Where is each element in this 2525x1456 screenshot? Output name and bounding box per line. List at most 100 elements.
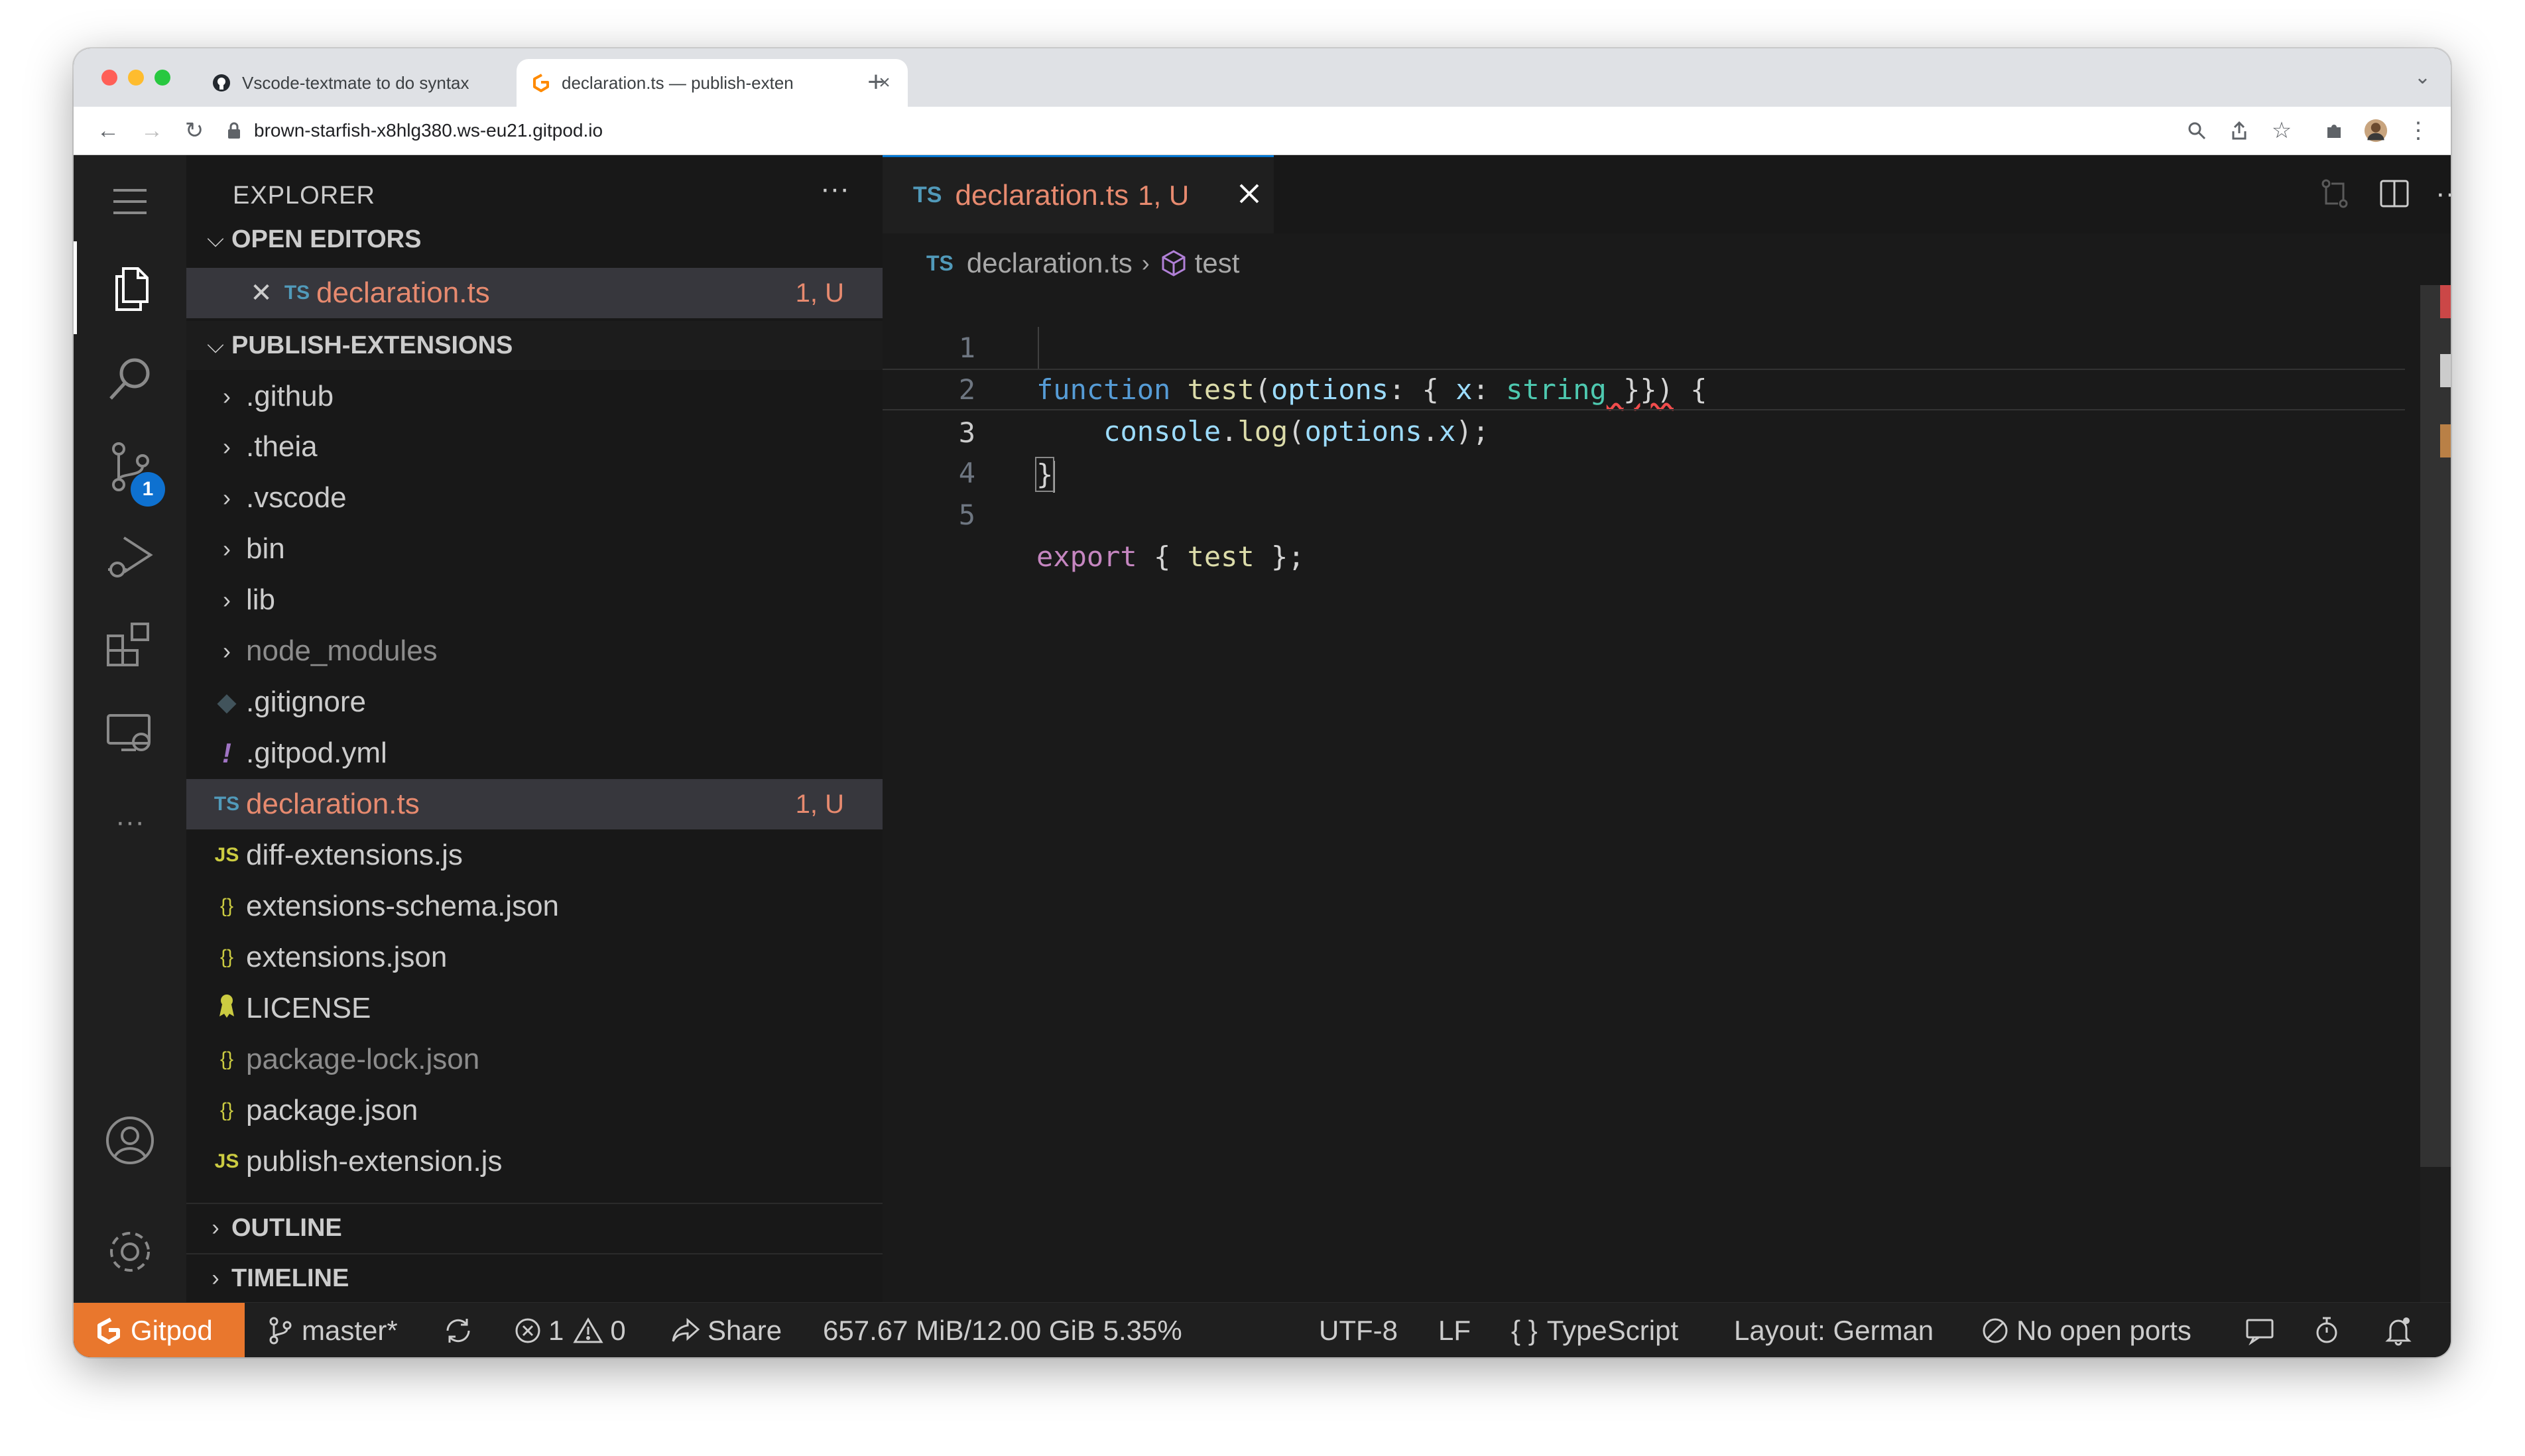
minimize-window-button[interactable] <box>128 70 144 86</box>
more-views-icon[interactable]: ··· <box>74 776 186 869</box>
editor-area: TS declaration.ts 1, U ··· TS declaratio… <box>883 155 2451 1302</box>
chevron-right-icon: › <box>223 637 231 664</box>
menu-icon[interactable] <box>74 155 186 248</box>
outline-header[interactable]: › OUTLINE <box>186 1203 883 1252</box>
editor-scrollbar[interactable] <box>2420 285 2451 1302</box>
settings-gear-icon[interactable] <box>74 1205 186 1298</box>
tree-folder[interactable]: › .vscode <box>186 473 883 523</box>
address-bar[interactable]: brown-starfish-x8hlg380.ws-eu21.gitpod.i… <box>226 113 2149 148</box>
typescript-file-icon: TS <box>913 182 942 208</box>
feedback-icon[interactable] <box>2245 1303 2282 1357</box>
share-page-icon[interactable] <box>2227 119 2251 143</box>
maximize-window-button[interactable] <box>154 70 170 86</box>
zoom-icon[interactable] <box>2185 119 2209 143</box>
sync-icon[interactable] <box>442 1303 481 1357</box>
close-icon[interactable]: ✕ <box>245 278 278 308</box>
open-changes-icon[interactable] <box>2316 175 2353 212</box>
open-editors-header[interactable]: ⌵ OPEN EDITORS <box>186 215 883 264</box>
gitpod-icon <box>533 74 549 92</box>
share-status[interactable]: Share <box>670 1303 782 1357</box>
license-icon <box>210 993 243 1024</box>
tree-file[interactable]: ! .gitpod.yml <box>186 728 883 778</box>
chevron-right-icon: › <box>212 1265 219 1291</box>
code-line: 2 console.log(options.x); <box>883 327 2408 448</box>
tree-file[interactable]: JS diff-extensions.js <box>186 830 883 880</box>
tree-folder[interactable]: › .theia <box>186 422 883 472</box>
tree-folder[interactable]: › bin <box>186 524 883 574</box>
open-editor-item[interactable]: ✕ TS declaration.ts 1, U <box>186 268 883 318</box>
browser-menu-icon[interactable]: ⋮ <box>2406 118 2430 143</box>
explorer-files-icon[interactable] <box>74 241 186 334</box>
json-file-icon: {} <box>219 1048 234 1070</box>
close-icon[interactable] <box>1233 177 1266 210</box>
breadcrumb-file[interactable]: declaration.ts <box>967 247 1133 279</box>
problem-status: 1, U <box>795 278 844 308</box>
branch-status[interactable]: master* <box>266 1303 398 1357</box>
back-icon[interactable]: ← <box>96 118 120 143</box>
tree-file[interactable]: LICENSE <box>186 983 883 1034</box>
browser-tab-gitpod[interactable]: declaration.ts — publish-exten × <box>517 59 908 107</box>
search-icon[interactable] <box>74 333 186 426</box>
github-icon <box>213 74 230 91</box>
explorer-sidebar: EXPLORER ··· ⌵ OPEN EDITORS ✕ TS declara… <box>186 155 883 1302</box>
breadcrumb-symbol[interactable]: test <box>1195 247 1240 279</box>
timeline-header[interactable]: › TIMELINE <box>186 1253 883 1302</box>
tree-file[interactable]: JS publish-extension.js <box>186 1136 883 1187</box>
tree-file[interactable]: {} package.json <box>186 1085 883 1136</box>
gitpod-status[interactable]: Gitpod <box>74 1303 245 1357</box>
ports-status[interactable]: No open ports <box>1981 1303 2191 1357</box>
accounts-icon[interactable] <box>74 1094 186 1187</box>
notifications-bell-icon[interactable] <box>2384 1303 2420 1357</box>
scrollbar-thumb[interactable] <box>2420 285 2451 1167</box>
tab-search-icon[interactable]: ⌄ <box>2414 66 2431 89</box>
json-file-icon: {} <box>219 1099 234 1121</box>
problems-status[interactable]: 1 0 <box>514 1303 626 1357</box>
git-branch-icon <box>269 1317 292 1344</box>
tree-folder[interactable]: › .github <box>186 371 883 422</box>
keyboard-layout-status[interactable]: Layout: German <box>1734 1303 1934 1357</box>
split-editor-icon[interactable] <box>2376 175 2413 212</box>
remote-explorer-icon[interactable] <box>74 686 186 778</box>
code-line: 5 export { test }; <box>883 452 2408 573</box>
extensions-icon[interactable] <box>74 598 186 691</box>
tree-folder[interactable]: › node_modules <box>186 626 883 676</box>
tree-file[interactable]: {} package-lock.json <box>186 1034 883 1085</box>
code-line: 4 <box>883 410 2408 489</box>
new-tab-button[interactable]: + <box>856 63 896 103</box>
typescript-file-icon: TS <box>926 251 954 275</box>
editor-more-actions-icon[interactable]: ··· <box>2432 175 2451 212</box>
avatar[interactable] <box>2364 119 2388 143</box>
tree-file-selected[interactable]: TS declaration.ts 1, U <box>186 779 883 829</box>
tree-file[interactable]: {} extensions.json <box>186 932 883 983</box>
tree-folder[interactable]: › lib <box>186 575 883 625</box>
reload-icon[interactable]: ↻ <box>182 118 206 143</box>
error-marker <box>2440 285 2451 318</box>
editor-tab-declaration[interactable]: TS declaration.ts 1, U <box>883 155 1274 233</box>
line-number: 5 <box>958 499 975 531</box>
extensions-puzzle-icon[interactable] <box>2323 119 2347 143</box>
indent-guide <box>1038 327 1039 369</box>
browser-toolbar: ← → ↻ brown-starfish-x8hlg380.ws-eu21.gi… <box>74 107 2451 155</box>
warning-icon <box>573 1317 603 1343</box>
url-text: brown-starfish-x8hlg380.ws-eu21.gitpod.i… <box>254 120 603 141</box>
problem-status: 1, U <box>795 789 844 819</box>
workspace-folder-header[interactable]: ⌵ PUBLISH-EXTENSIONS <box>186 321 883 370</box>
tree-file[interactable]: ◆ .gitignore <box>186 677 883 727</box>
tree-file[interactable]: {} extensions-schema.json <box>186 881 883 932</box>
close-window-button[interactable] <box>101 70 117 86</box>
braces-icon: { } <box>1511 1314 1538 1346</box>
source-control-icon[interactable]: 1 <box>74 420 186 513</box>
timer-icon[interactable] <box>2313 1303 2347 1357</box>
run-debug-icon[interactable] <box>74 511 186 603</box>
chevron-right-icon: › <box>223 433 231 460</box>
more-actions-icon[interactable]: ··· <box>820 172 849 206</box>
symbol-method-icon <box>1162 250 1186 276</box>
eol-status[interactable]: LF <box>1438 1303 1471 1357</box>
memory-status[interactable]: 657.67 MiB/12.00 GiB 5.35% <box>823 1303 1182 1357</box>
forward-icon[interactable]: → <box>140 118 164 143</box>
language-status[interactable]: { } TypeScript <box>1511 1303 1678 1357</box>
breadcrumb: TS declaration.ts › test <box>926 241 1239 285</box>
explorer-title: EXPLORER <box>233 182 375 210</box>
encoding-status[interactable]: UTF-8 <box>1319 1303 1398 1357</box>
bookmark-star-icon[interactable]: ☆ <box>2270 118 2294 143</box>
